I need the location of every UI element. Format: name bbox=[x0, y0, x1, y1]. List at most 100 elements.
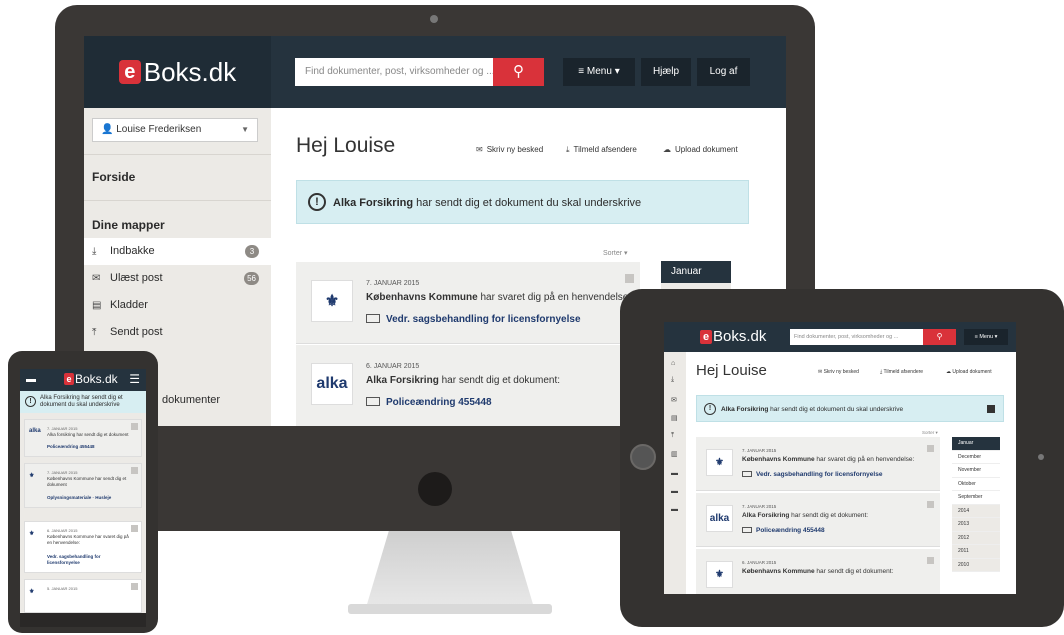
home-icon[interactable]: ⌂ bbox=[671, 360, 675, 367]
message-subject[interactable]: Policeændring 455448 bbox=[742, 527, 825, 534]
user-select[interactable]: 👤 Louise Frederiksen ▼ bbox=[92, 118, 258, 142]
signature-alert[interactable]: ! Alka Forsikring har sendt dig et dokum… bbox=[20, 391, 146, 413]
year-filter-item[interactable]: 2012 bbox=[952, 531, 1000, 545]
logo-text: Boks.dk bbox=[713, 328, 767, 345]
folder-icon[interactable]: ▬ bbox=[26, 374, 36, 385]
message-row[interactable]: alka 7. JANUAR 2015 Alka Forsikring har … bbox=[696, 493, 940, 547]
folder-label: Ulæst post bbox=[110, 272, 163, 284]
sidebar-forside[interactable]: Forside bbox=[92, 170, 135, 184]
message-text: Alka Forsikring har sendt dig et dokumen… bbox=[742, 512, 868, 519]
month-filter-item[interactable]: Oktober bbox=[952, 477, 1000, 491]
trash-icon[interactable]: ▥ bbox=[671, 450, 678, 458]
folder-icon[interactable]: ▬ bbox=[671, 506, 678, 513]
message-sender: Københavns Kommune bbox=[366, 292, 478, 303]
logout-button[interactable]: Log af bbox=[697, 58, 750, 86]
message-date: 6. JANUAR 2015 bbox=[366, 363, 420, 370]
eboks-logo[interactable]: e Boks.dk bbox=[700, 328, 766, 345]
upload-document-link[interactable]: ☁ Upload dokument bbox=[663, 145, 738, 154]
sidebar-item-kladder[interactable]: ▤ Kladder bbox=[84, 292, 271, 319]
message-row[interactable]: ⚜ 7. JANUAR 2015 Københavns Kommune har … bbox=[296, 262, 640, 344]
kommune-logo-icon: ⚜ bbox=[706, 561, 733, 588]
message-body: har svaret dig på en henvendelse: bbox=[480, 292, 632, 303]
exclamation-icon: ! bbox=[25, 396, 36, 407]
sidebar-item-ulaest[interactable]: ✉ Ulæst post 56 bbox=[84, 265, 271, 292]
message-row[interactable]: ⚜ 6. JANUAR 2015 Københavns Kommune har … bbox=[696, 549, 940, 594]
phone-device: ▬ e Boks.dk ☰ ! Alka Forsikring har send… bbox=[8, 351, 158, 633]
inbox-icon[interactable]: ⤓ bbox=[671, 376, 674, 384]
sidebar-item-sendt[interactable]: ⤒ Sendt post bbox=[84, 319, 271, 346]
draft-icon[interactable]: ▤ bbox=[671, 414, 678, 422]
user-name: Louise Frederiksen bbox=[116, 124, 202, 135]
month-filter-list: Januar December November Oktober Septemb… bbox=[952, 437, 1000, 572]
year-filter-item[interactable]: 2014 bbox=[952, 504, 1000, 518]
select-checkbox[interactable] bbox=[625, 274, 634, 283]
envelope-icon bbox=[366, 397, 380, 406]
message-subject[interactable]: Vedr. sagsbehandling for licensfornyelse bbox=[366, 314, 581, 325]
select-checkbox[interactable] bbox=[927, 557, 934, 564]
message-card[interactable]: ⚜ 7. JANUAR 2015 Københavns Kommune har … bbox=[24, 463, 142, 508]
message-row[interactable]: ⚜ 7. JANUAR 2015 Københavns Kommune har … bbox=[696, 437, 940, 491]
envelope-icon: ✉ bbox=[92, 273, 101, 284]
help-button[interactable]: Hjælp bbox=[641, 58, 691, 86]
action-label: Skriv ny besked bbox=[823, 369, 859, 375]
month-filter-item[interactable]: September bbox=[952, 491, 1000, 505]
message-card[interactable]: alka 7. JANUAR 2015 Alka forsikring har … bbox=[24, 419, 142, 457]
write-message-link[interactable]: ✉ Skriv ny besked bbox=[476, 145, 543, 154]
search-input[interactable]: Find dokumenter, post, virksomheder og .… bbox=[295, 58, 493, 86]
sent-icon[interactable]: ⤒ bbox=[671, 432, 674, 440]
search-input[interactable]: Find dokumenter, post, virksomheder og .… bbox=[790, 329, 923, 345]
month-filter-item[interactable]: November bbox=[952, 464, 1000, 478]
year-filter-item[interactable]: 2013 bbox=[952, 518, 1000, 532]
kommune-logo-icon: ⚜ bbox=[29, 531, 35, 537]
subscribe-senders-link[interactable]: ⤓ Tilmeld afsendere bbox=[880, 369, 923, 375]
message-subject[interactable]: Vedr. sagsbehandling for licensfornyelse bbox=[742, 471, 882, 478]
folder-icon[interactable]: ▬ bbox=[671, 470, 678, 477]
sort-dropdown[interactable]: Sorter ▾ bbox=[922, 430, 938, 436]
message-text: Alka forsikring har sendt dig et dokumen… bbox=[47, 432, 129, 437]
select-checkbox[interactable] bbox=[927, 445, 934, 452]
month-filter-item[interactable]: December bbox=[952, 450, 1000, 464]
sidebar-item-dokumenter[interactable]: dokumenter bbox=[154, 387, 264, 414]
message-row[interactable]: alka 6. JANUAR 2015 Alka Forsikring har … bbox=[296, 345, 640, 426]
month-filter-item[interactable]: Januar bbox=[952, 437, 1000, 451]
eboks-logo[interactable]: e Boks.dk bbox=[118, 57, 236, 88]
menu-button[interactable]: ≡ Menu ▾ bbox=[964, 329, 1008, 345]
message-subject[interactable]: Policeændring 455448 bbox=[366, 397, 492, 408]
select-checkbox[interactable] bbox=[927, 501, 934, 508]
subscribe-senders-link[interactable]: ⤓ Tilmeld afsendere bbox=[566, 145, 637, 155]
message-date: 5. JANUAR 2015 bbox=[47, 586, 78, 591]
select-checkbox[interactable] bbox=[131, 525, 138, 532]
select-checkbox[interactable] bbox=[131, 583, 138, 590]
write-message-link[interactable]: ✉ Skriv ny besked bbox=[818, 369, 859, 375]
close-icon[interactable] bbox=[987, 405, 995, 413]
monitor-stand bbox=[365, 531, 535, 611]
message-text: Alka Forsikring har sendt dig et dokumen… bbox=[366, 375, 560, 386]
signature-alert[interactable]: ! Alka Forsikring har sendt dig et dokum… bbox=[696, 395, 1004, 422]
sort-dropdown[interactable]: Sorter ▾ bbox=[603, 249, 628, 257]
year-filter-item[interactable]: 2011 bbox=[952, 545, 1000, 559]
search-button[interactable]: ⚲ bbox=[493, 58, 544, 86]
search-button[interactable]: ⚲ bbox=[923, 329, 956, 345]
sidebar-item-indbakke[interactable]: ⤓ Indbakke 3 bbox=[84, 238, 271, 265]
signature-alert[interactable]: ! Alka Forsikring har sendt dig et dokum… bbox=[296, 180, 749, 224]
message-date: 6. JANUAR 2015 bbox=[47, 528, 78, 533]
select-checkbox[interactable] bbox=[131, 423, 138, 430]
tablet-home-button[interactable] bbox=[630, 444, 656, 470]
message-card[interactable]: ⚜ 5. JANUAR 2015 bbox=[24, 579, 142, 613]
year-filter-item[interactable]: 2010 bbox=[952, 558, 1000, 572]
menu-button[interactable]: ≡ Menu ▾ bbox=[563, 58, 635, 86]
upload-document-link[interactable]: ☁ Upload dokument bbox=[946, 369, 992, 375]
hamburger-icon[interactable]: ☰ bbox=[129, 372, 140, 386]
select-checkbox[interactable] bbox=[131, 467, 138, 474]
envelope-icon bbox=[742, 471, 752, 477]
action-label: Skriv ny besked bbox=[486, 145, 544, 154]
exclamation-icon: ! bbox=[308, 193, 326, 211]
month-filter-januar[interactable]: Januar bbox=[661, 261, 731, 283]
search-icon: ⚲ bbox=[513, 63, 524, 80]
message-subject: Oplysningsmateriale · Husleje bbox=[47, 495, 112, 500]
inbox-icon: ⤓ bbox=[92, 246, 97, 257]
folder-icon[interactable]: ▬ bbox=[671, 488, 678, 495]
eboks-logo[interactable]: e Boks.dk bbox=[64, 372, 118, 386]
envelope-icon[interactable]: ✉ bbox=[671, 396, 677, 404]
message-card[interactable]: ⚜ 6. JANUAR 2015 Københavns Kommune har … bbox=[24, 521, 142, 573]
